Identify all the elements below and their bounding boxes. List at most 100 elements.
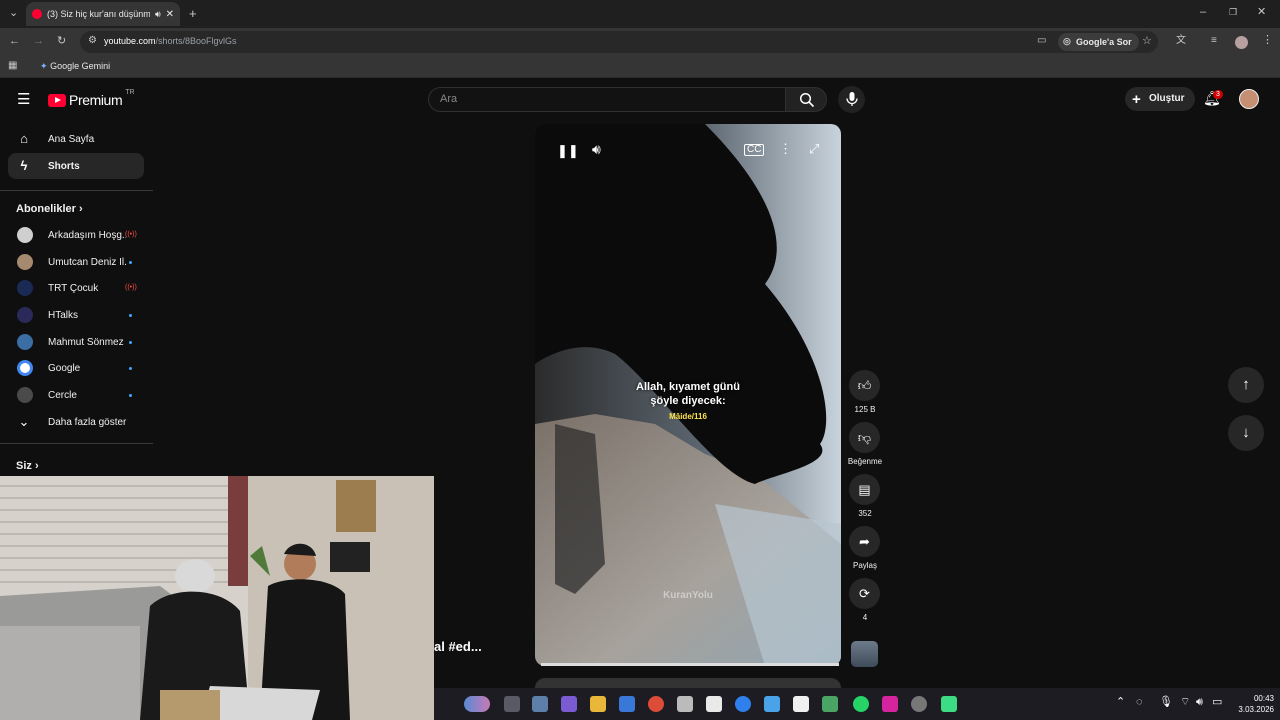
live-indicator-icon: ((•)) [125,231,137,238]
comment-count: 352 [858,509,872,518]
cast-icon[interactable]: ▭ [1037,36,1046,46]
instagram-icon[interactable] [882,696,898,712]
bookmark-star-icon[interactable]: ☆ [1142,36,1152,47]
pause-icon[interactable]: ❚❚ [557,144,579,157]
more-options-icon[interactable]: ⋮ [779,142,792,155]
speaker-icon[interactable]: 🔊︎ [155,9,161,20]
new-content-dot [129,367,132,370]
you-title: Siz [16,460,32,472]
app-icon[interactable] [822,696,838,712]
edge-icon[interactable] [735,696,751,712]
search-button[interactable] [785,87,827,112]
store-icon[interactable] [619,696,635,712]
browser-menu-icon[interactable]: ⋮ [1262,35,1273,46]
tab-close-icon[interactable]: ✕ [166,9,174,20]
subscription-item[interactable]: Mahmut Sönmez [8,329,144,355]
tab-list-chevron-icon[interactable]: ⌄ [9,8,18,19]
wifi-icon[interactable]: ⌔ [1180,697,1190,708]
search-input[interactable]: Ara [428,87,786,112]
previous-short-button[interactable]: ↑ [1228,367,1264,403]
account-avatar[interactable] [1239,89,1259,109]
new-tab-icon[interactable]: + [189,7,197,20]
microphone-icon [846,92,858,106]
onedrive-icon[interactable] [764,696,780,712]
show-more-button[interactable]: ⌄ Daha fazla göster [8,409,144,435]
hamburger-menu-icon[interactable]: ☰ [17,92,30,107]
whatsapp-icon[interactable] [853,696,869,712]
subscription-item[interactable]: TRT Çocuk ((•)) [8,275,144,301]
video-progress-bar[interactable] [541,663,839,666]
voice-search-button[interactable] [838,86,865,113]
battery-icon[interactable]: ▭ [1212,697,1222,708]
dislike-label: Beğenme [847,457,883,466]
forward-icon[interactable]: → [33,36,44,47]
taskbar-clock[interactable]: 00:43 3.03.2026 [1230,693,1274,715]
you-heading[interactable]: Siz › [16,460,39,472]
subscription-item[interactable]: Google [8,355,144,381]
chrome-icon[interactable] [648,696,664,712]
tray-mic-icon[interactable]: 🎙︎ [1159,697,1173,708]
next-short-button[interactable]: ↓ [1228,415,1264,451]
remix-count: 4 [862,613,868,622]
file-explorer-icon[interactable] [590,696,606,712]
channel-avatar [17,227,33,243]
google-ask-button[interactable]: ◎ Google'a Sor [1058,33,1139,51]
captions-icon[interactable]: CC [744,144,765,156]
sidebar-item-home[interactable]: ⌂ Ana Sayfa [8,126,144,152]
widgets-icon[interactable] [464,696,490,712]
bookmark-gemini[interactable]: ✦ Google Gemini [40,61,110,72]
subscription-item[interactable]: HTalks [8,302,144,328]
volume-icon[interactable]: 🔊︎ [592,142,601,156]
minimize-icon[interactable]: – [1200,7,1206,18]
sidebar-item-label: Ana Sayfa [48,133,95,145]
chevron-right-icon: › [34,460,39,472]
reload-icon[interactable]: ↻ [57,36,66,47]
url-path: /shorts/8BooFlgvlGs [155,36,237,46]
translate-icon[interactable]: 文 [1176,36,1186,46]
channel-name: Arkadaşım Hoşg... [48,230,126,241]
android-studio-icon[interactable] [941,696,957,712]
bookmarks-bar: ▦ ✦ Google Gemini [0,56,1280,78]
copilot-icon[interactable] [561,696,577,712]
like-button[interactable]: 👍︎ [849,370,880,401]
mail-icon[interactable] [677,696,693,712]
calculator-icon[interactable] [532,696,548,712]
subscription-item[interactable]: Umutcan Deniz İl... [8,249,144,275]
brand-name: Premium [69,92,123,108]
site-info-icon[interactable]: ⚙ [88,36,97,46]
media-control-icon[interactable]: ≡ [1211,36,1217,46]
tray-app-icon[interactable]: ◌ [1136,697,1143,708]
subscriptions-heading[interactable]: Abonelikler › [16,203,83,215]
windows-taskbar: ⌃ ◌ 🎙︎ ⌔ 🔊︎ ▭ [434,688,1280,720]
remix-button[interactable]: ⟳ [849,578,880,609]
shorts-video-player[interactable]: ❚❚ 🔊︎ CC ⋮ ⤢ Allah, kıyamet günü şöyle d… [535,124,841,666]
capcut-icon[interactable] [706,696,722,712]
share-button[interactable]: ➦ [849,526,880,557]
subscription-item[interactable]: Cercle [8,382,144,408]
share-arrow-icon: ➦ [859,534,870,549]
back-icon[interactable]: ← [9,36,20,47]
volume-tray-icon[interactable]: 🔊︎ [1196,697,1203,708]
add-app-icon[interactable] [793,696,809,712]
sound-thumbnail[interactable] [851,641,878,667]
settings-gear-icon[interactable] [911,696,927,712]
youtube-logo[interactable]: Premium TR [48,89,135,108]
youtube-favicon-icon [32,9,42,19]
apps-grid-icon[interactable]: ▦ [8,61,17,71]
sidebar-item-label: Shorts [48,160,80,172]
tray-chevron-up-icon[interactable]: ⌃ [1116,697,1125,708]
comments-button[interactable]: ▤ [849,474,880,505]
omnibox[interactable]: ⚙ youtube.com/shorts/8BooFlgvlGs ▭ ◎ Goog… [80,31,1158,53]
search-icon [799,92,815,108]
create-button[interactable]: + Oluştur [1125,87,1195,111]
task-view-icon[interactable] [504,696,520,712]
profile-avatar[interactable] [1235,36,1248,49]
sidebar-item-shorts[interactable]: ϟ Shorts [8,153,144,179]
subscription-item[interactable]: Arkadaşım Hoşg... ((•)) [8,222,144,248]
dislike-button[interactable]: 👎︎ [849,422,880,453]
window-close-icon[interactable]: ✕ [1257,7,1266,18]
browser-tab[interactable]: (3) Siz hiç kur'anı düşünme... 🔊︎ ✕ [26,2,180,26]
webcam-overlay [0,476,434,720]
restore-icon[interactable]: ❐ [1229,8,1237,17]
fullscreen-icon[interactable]: ⤢ [809,142,819,155]
